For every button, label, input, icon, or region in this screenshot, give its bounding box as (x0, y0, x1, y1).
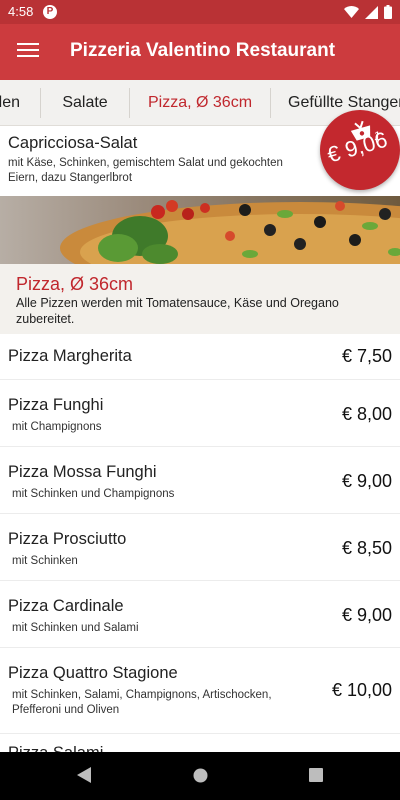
list-item[interactable]: Pizza Cardinale mit Schinken und Salami … (0, 581, 400, 648)
item-description: mit Schinken (12, 555, 78, 567)
section-banner-image (0, 196, 400, 264)
item-price: € 10,00 (331, 680, 392, 700)
back-icon[interactable] (76, 766, 92, 784)
status-bar: 4:58 P (0, 0, 400, 24)
wifi-icon (344, 6, 359, 18)
list-item[interactable]: Pizza Quattro Stagione mit Schinken, Sal… (0, 648, 400, 734)
battery-icon (384, 5, 392, 19)
item-description: mit Champignons (12, 421, 102, 433)
item-price: € 8,00 (341, 404, 392, 424)
item-description: mit Schinken und Salami (12, 622, 139, 634)
list-item[interactable]: Pizza Prosciutto mit Schinken € 8,50 (0, 514, 400, 581)
item-description: mit Schinken, Salami, Champignons, Artis… (12, 689, 272, 716)
item-name: Pizza Cardinale (8, 597, 124, 615)
system-navigation-bar (0, 752, 400, 800)
app-title: Pizzeria Valentino Restaurant (70, 40, 336, 61)
tab-salate[interactable]: Salate (41, 80, 129, 125)
cart-total: € 9,06 (324, 126, 391, 168)
cart-badge[interactable]: 1 € 9,06 (320, 110, 400, 190)
item-name: Pizza Margherita (8, 347, 132, 365)
item-name: Capricciosa-Salat (8, 134, 138, 152)
status-time: 4:58 (8, 4, 34, 19)
status-icons (344, 5, 392, 19)
item-price: € 8,50 (341, 538, 392, 558)
app-notification-icon: P (43, 5, 57, 19)
item-name: Pizza Prosciutto (8, 530, 127, 548)
section-title: Pizza, Ø 36cm (16, 274, 134, 294)
tab-pizza-rollen[interactable]: Pizza-Rollen (0, 80, 42, 125)
pizza-banner-picture (0, 196, 400, 264)
item-price: € 9,00 (341, 471, 392, 491)
item-name: Pizza Mossa Funghi (8, 463, 157, 481)
list-item[interactable]: Pizza Margherita € 7,50 (0, 334, 400, 380)
tab-pizza[interactable]: Pizza, Ø 36cm (130, 80, 270, 125)
section-description: Alle Pizzen werden mit Tomatensauce, Käs… (16, 296, 339, 326)
recent-apps-icon[interactable] (309, 768, 323, 782)
item-description: mit Käse, Schinken, gemischtem Salat und… (8, 157, 283, 184)
item-name: Pizza Funghi (8, 396, 104, 414)
hamburger-menu-icon[interactable] (16, 40, 40, 64)
list-item[interactable]: Pizza Mossa Funghi mit Schinken und Cham… (0, 447, 400, 514)
item-name: Pizza Quattro Stagione (8, 664, 178, 682)
item-price: € 7,50 (341, 346, 392, 366)
home-icon[interactable] (193, 768, 208, 783)
app-bar: Pizzeria Valentino Restaurant (0, 24, 400, 80)
item-price: € 9,00 (341, 605, 392, 625)
list-item[interactable]: Pizza Funghi mit Champignons € 8,00 (0, 380, 400, 447)
signal-icon (365, 5, 378, 19)
item-description: mit Schinken und Champignons (12, 488, 175, 500)
section-header: Pizza, Ø 36cm Alle Pizzen werden mit Tom… (0, 264, 400, 334)
